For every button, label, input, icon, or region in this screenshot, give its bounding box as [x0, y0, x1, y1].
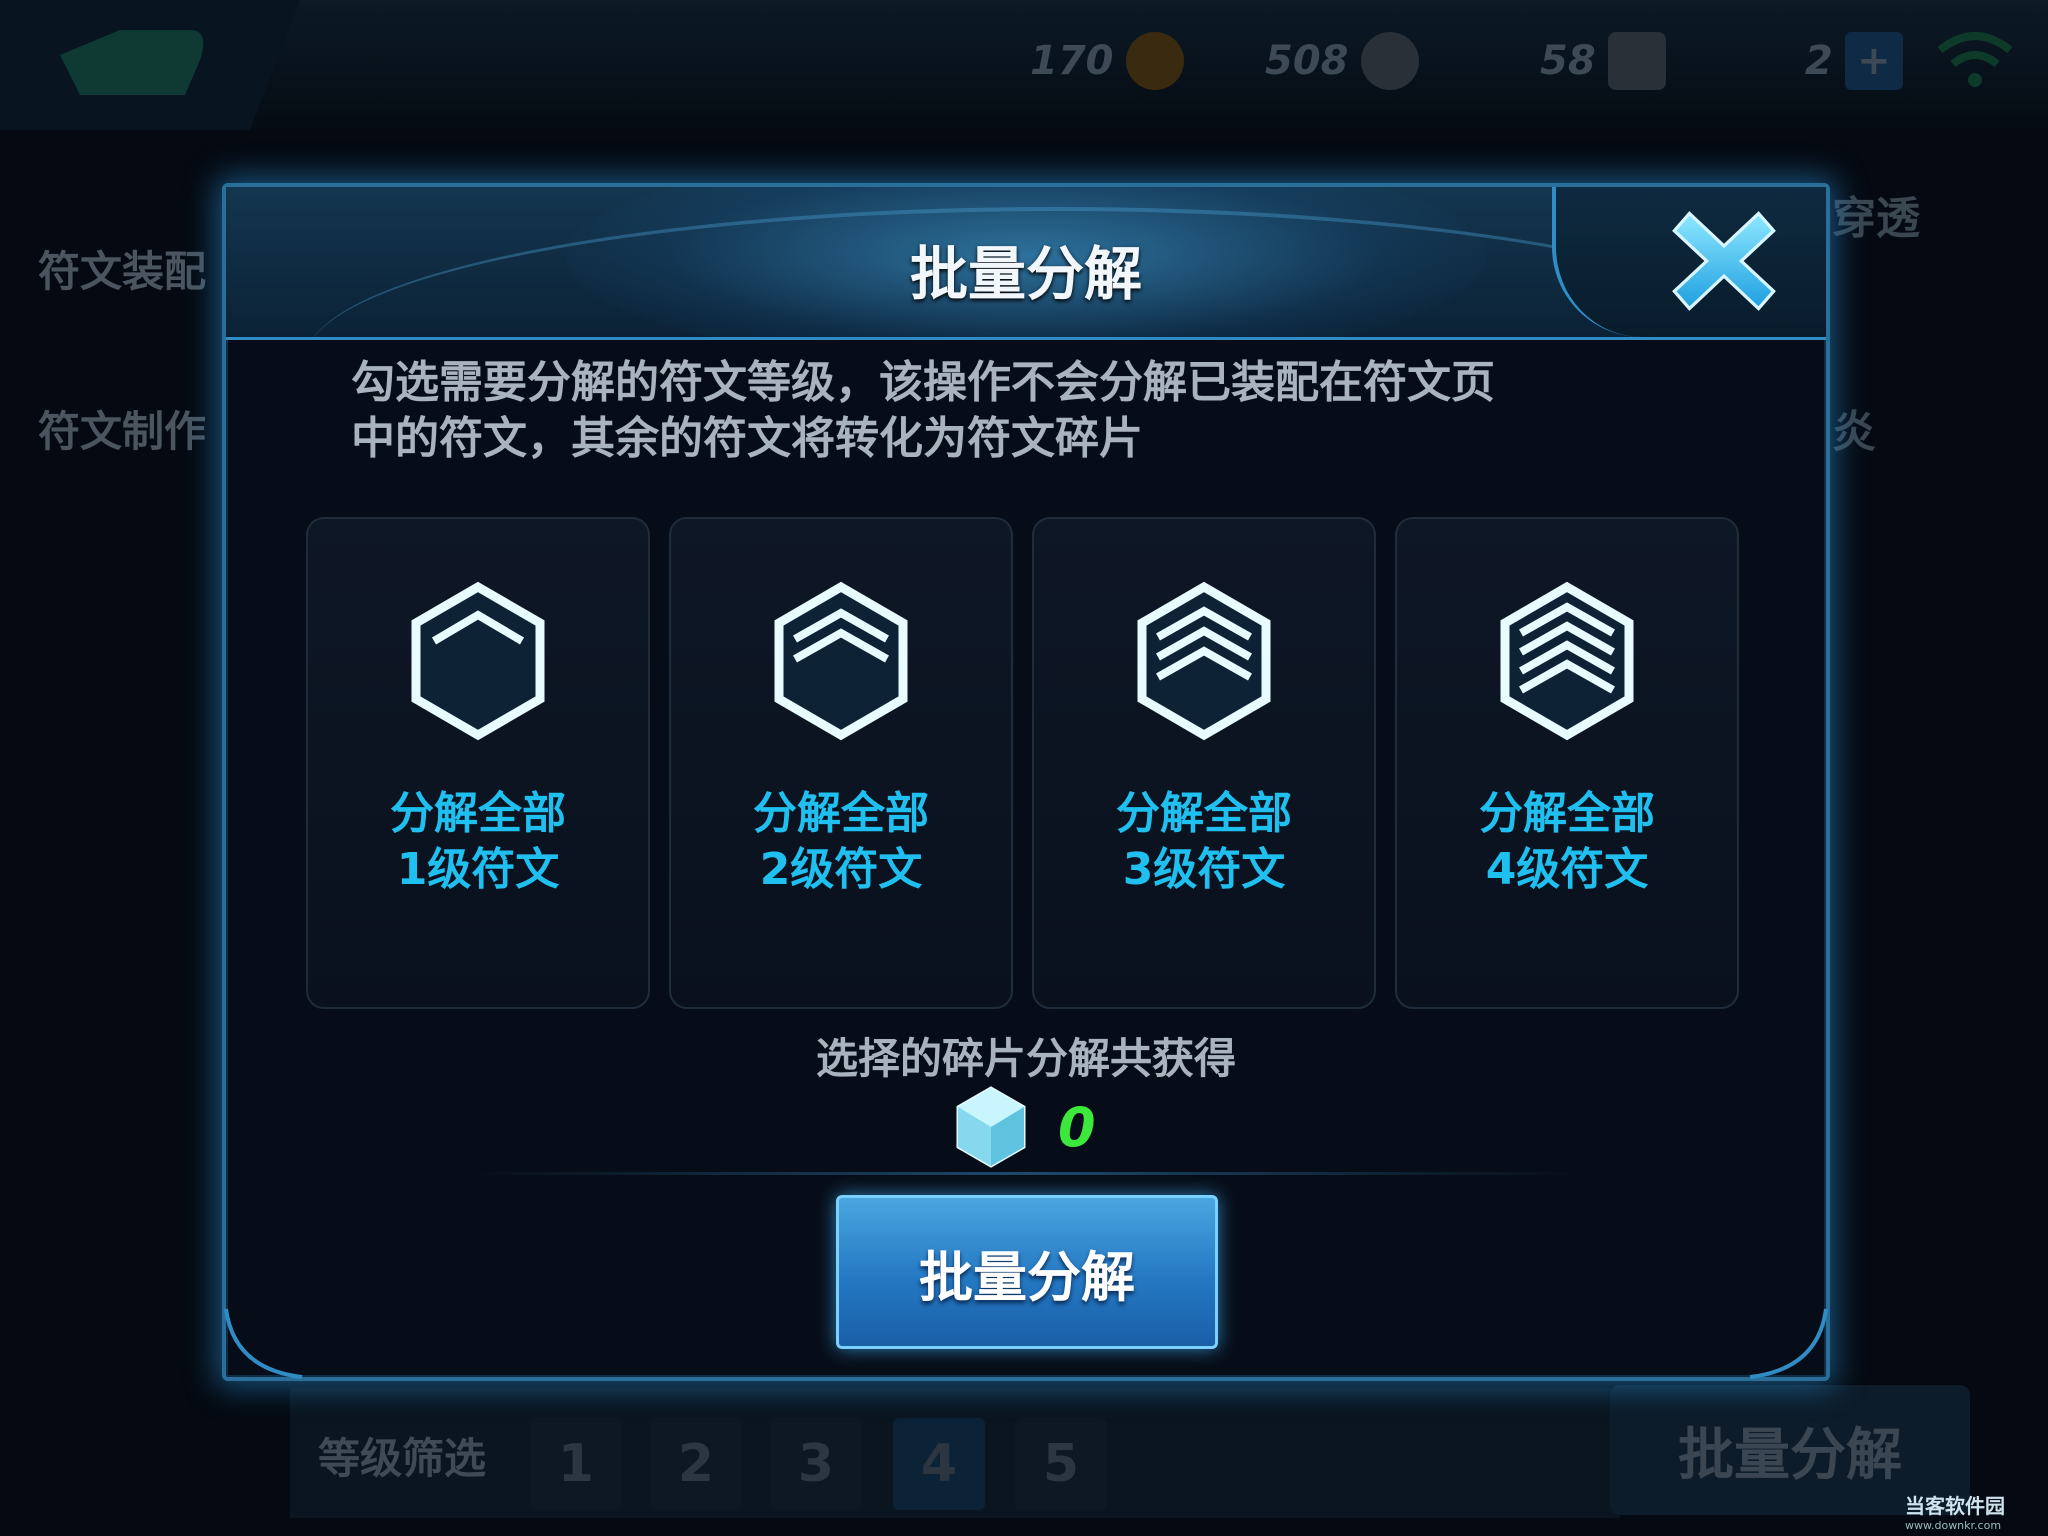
dialog-description: 勾选需要分解的符文等级，该操作不会分解已装配在符文页 中的符文，其余的符文将转化…	[351, 355, 1731, 467]
rune-level-3-icon	[1137, 581, 1271, 741]
filter-label: 等级筛选	[318, 1434, 487, 1483]
card-3-line-1: 分解全部	[1116, 788, 1292, 839]
filter-level-5: 5	[1015, 1418, 1107, 1510]
plus-icon: +	[1844, 32, 1903, 90]
corner-ornament-left	[224, 1308, 303, 1379]
level-cards: 分解全部 1级符文 分解全部 2级符文 分解全部 3级符文 分解全部 4级符文	[306, 517, 1746, 1009]
batch-decompose-button[interactable]: 批量分解	[836, 1195, 1218, 1349]
card-4-line-1: 分解全部	[1479, 788, 1655, 839]
description-line-2: 中的符文，其余的符文将转化为符文碎片	[351, 413, 1143, 464]
ticket-counter: 58	[1540, 26, 1666, 96]
close-icon[interactable]	[1670, 207, 1778, 315]
watermark-url: www.downkr.com	[1905, 1519, 2002, 1532]
total-gain-label: 选择的碎片分解共获得	[815, 1034, 1236, 1083]
batch-decompose-dialog: 批量分解 勾选需要分解的符文等级，该操作不会分解已装配在符文页 中的符文，其余的…	[222, 183, 1830, 1381]
card-2-line-2: 2级符文	[759, 844, 923, 895]
total-gain: 0	[954, 1085, 1096, 1169]
gold-coin-icon	[1125, 32, 1184, 90]
diamond-value: 508	[1265, 38, 1349, 84]
divider	[476, 1172, 1576, 1175]
total-gain-value: 0	[1058, 1095, 1096, 1159]
diamond-icon	[1360, 32, 1419, 90]
gold-counter: 170	[1030, 26, 1184, 96]
description-line-1: 勾选需要分解的符文等级，该操作不会分解已装配在符文页	[351, 357, 1495, 408]
rune-level-1-icon	[411, 581, 545, 741]
ticket-value: 58	[1540, 38, 1596, 84]
ticket-icon	[1607, 32, 1666, 90]
filter-level-1: 1	[530, 1418, 622, 1510]
decompose-level-4-card[interactable]: 分解全部 4级符文	[1395, 517, 1739, 1009]
filter-level-4: 4	[893, 1418, 985, 1510]
rune-fragment-icon	[956, 1086, 1026, 1168]
rune-level-2-icon	[774, 581, 908, 741]
wifi-icon	[1937, 32, 2013, 87]
tab-rune-craft: 符文制作	[38, 407, 207, 456]
extra-counter: 2 +	[1805, 26, 1903, 96]
watermark: 当客软件园 www.downkr.com	[1905, 1490, 2045, 1534]
gold-value: 170	[1030, 38, 1114, 84]
diamond-counter: 508	[1265, 26, 1419, 96]
dialog-header: 批量分解	[226, 187, 1826, 340]
side-text-fire: 炎	[1832, 407, 1876, 458]
card-4-line-2: 4级符文	[1485, 844, 1649, 895]
card-1-line-1: 分解全部	[390, 788, 566, 839]
filter-level-3: 3	[770, 1418, 862, 1510]
watermark-name: 当客软件园	[1905, 1494, 2005, 1518]
rune-level-4-icon	[1500, 581, 1634, 741]
decompose-level-3-card[interactable]: 分解全部 3级符文	[1032, 517, 1376, 1009]
extra-value: 2	[1805, 38, 1833, 84]
corner-ornament-right	[1749, 1308, 1828, 1379]
card-1-line-2: 1级符文	[396, 844, 560, 895]
tab-rune-equip: 符文装配	[38, 247, 207, 296]
card-3-line-2: 3级符文	[1122, 844, 1286, 895]
side-text-penetration: 穿透	[1832, 193, 1920, 244]
filter-level-2: 2	[650, 1418, 742, 1510]
back-icon	[0, 0, 300, 130]
decompose-level-2-card[interactable]: 分解全部 2级符文	[669, 517, 1013, 1009]
card-2-line-1: 分解全部	[753, 788, 929, 839]
top-bar	[0, 0, 2048, 130]
decompose-level-1-card[interactable]: 分解全部 1级符文	[306, 517, 650, 1009]
